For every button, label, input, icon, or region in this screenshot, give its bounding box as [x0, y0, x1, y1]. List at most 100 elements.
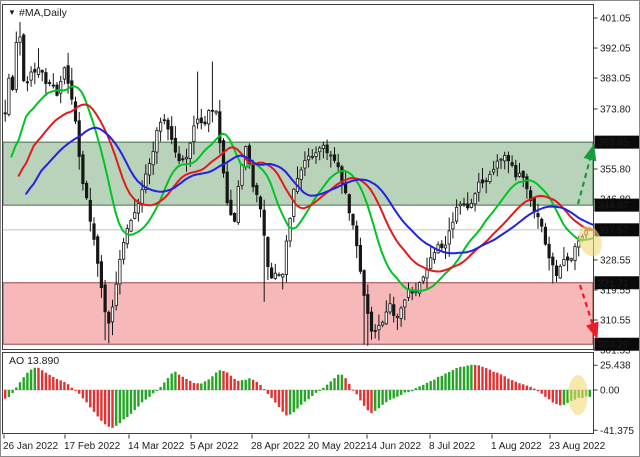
candle-body: [452, 222, 454, 229]
candle-body: [515, 165, 517, 176]
ao-bar: [311, 390, 313, 396]
ao-bar: [67, 384, 69, 390]
candle-body: [126, 229, 128, 244]
date-label: 14 Jun 2022: [366, 441, 421, 452]
support-zone: [3, 283, 593, 344]
candle-body: [574, 247, 576, 261]
candle-body: [537, 214, 539, 217]
ao-bar: [82, 390, 84, 398]
candle-body: [548, 244, 550, 258]
candle-body: [148, 163, 150, 175]
ao-bar: [100, 390, 102, 421]
candle-body: [189, 143, 191, 158]
candle-body: [85, 183, 87, 197]
candle-body: [385, 312, 387, 324]
candle-body: [400, 308, 402, 318]
ao-bar: [45, 373, 47, 390]
candle-body: [119, 260, 121, 284]
ao-bar: [226, 372, 228, 390]
ao-bar: [97, 390, 99, 416]
ao-bar: [85, 390, 87, 402]
candle-body: [555, 266, 557, 276]
ao-bar: [108, 390, 110, 427]
candle-body: [130, 220, 132, 231]
candle-body: [23, 35, 25, 81]
candle-body: [219, 112, 221, 143]
ao-bar: [259, 385, 261, 390]
ao-bar: [182, 377, 184, 390]
ao-bar: [452, 370, 454, 390]
candle-body: [115, 284, 117, 305]
ao-bar: [529, 387, 531, 390]
price-tag-label: 363.85: [598, 138, 629, 149]
candle-body: [441, 244, 443, 248]
ao-bar: [23, 377, 25, 390]
ao-bar: [333, 378, 335, 390]
ao-bar: [248, 378, 250, 390]
ao-bar: [204, 381, 206, 390]
ao-bar: [152, 390, 154, 393]
price-axis[interactable]: 401.05392.05383.05373.80355.80346.80328.…: [594, 14, 640, 437]
ao-bar: [348, 384, 350, 390]
candle-body: [71, 81, 73, 99]
ao-bar: [322, 388, 324, 390]
ao-bar: [19, 382, 21, 390]
ao-bar: [507, 379, 509, 390]
ao-bar: [533, 389, 535, 390]
candle-body: [60, 81, 62, 93]
candle-body: [511, 163, 513, 166]
candle-body: [211, 110, 213, 111]
ao-bar: [337, 375, 339, 390]
candle-body: [378, 326, 380, 330]
ao-bar: [137, 390, 139, 407]
candle-body: [19, 37, 21, 42]
ao-bar: [193, 383, 195, 390]
candle-body: [311, 156, 313, 157]
ao-bar: [285, 390, 287, 415]
candle-body: [226, 172, 228, 203]
ao-bar: [518, 383, 520, 390]
ao-bar: [4, 390, 6, 399]
candle-body: [518, 173, 520, 176]
ao-bar: [307, 390, 309, 399]
time-axis[interactable]: 26 Jan 202217 Feb 202214 Mar 20225 Apr 2…: [3, 435, 606, 453]
ao-tick-label: 0.00: [600, 386, 620, 397]
ao-bar: [296, 390, 298, 409]
candle-body: [500, 159, 502, 160]
candle-body: [426, 270, 428, 278]
ao-bar: [544, 390, 546, 397]
candle-body: [541, 219, 543, 226]
ao-bar: [378, 390, 380, 408]
ao-bar: [230, 376, 232, 390]
candle-body: [156, 130, 158, 152]
candle-body: [489, 174, 491, 181]
price-tick-label: 392.05: [600, 44, 631, 55]
ao-bar: [481, 367, 483, 390]
chart-canvas[interactable]: ▼ #MA,Daily AO 13.890 401.05392.05383.05…: [1, 1, 640, 457]
candle-body: [559, 266, 561, 277]
ao-bar: [141, 390, 143, 402]
candle-body: [270, 268, 272, 278]
candle-body: [37, 68, 39, 75]
ao-bar: [589, 390, 591, 397]
candle-body: [459, 204, 461, 206]
candle-body: [167, 120, 169, 129]
date-label: 28 Apr 2022: [251, 441, 305, 452]
candle-body: [444, 245, 446, 248]
candle-body: [233, 213, 235, 221]
candle-body: [93, 224, 95, 240]
ao-bar: [237, 381, 239, 390]
chart-window: ▼ #MA,Daily AO 13.890 401.05392.05383.05…: [0, 0, 640, 457]
ao-bar: [48, 375, 50, 390]
date-label: 14 Mar 2022: [128, 441, 185, 452]
candle-body: [463, 204, 465, 205]
candle-body: [470, 203, 472, 207]
candle-body: [241, 165, 243, 186]
ao-bar: [319, 390, 321, 391]
candle-body: [108, 312, 110, 323]
ao-bar: [426, 383, 428, 390]
chart-collapse-icon[interactable]: ▼: [8, 8, 16, 17]
symbol-period-label: #MA,Daily: [19, 7, 68, 19]
ao-bar: [522, 384, 524, 390]
candle-body: [263, 210, 265, 235]
